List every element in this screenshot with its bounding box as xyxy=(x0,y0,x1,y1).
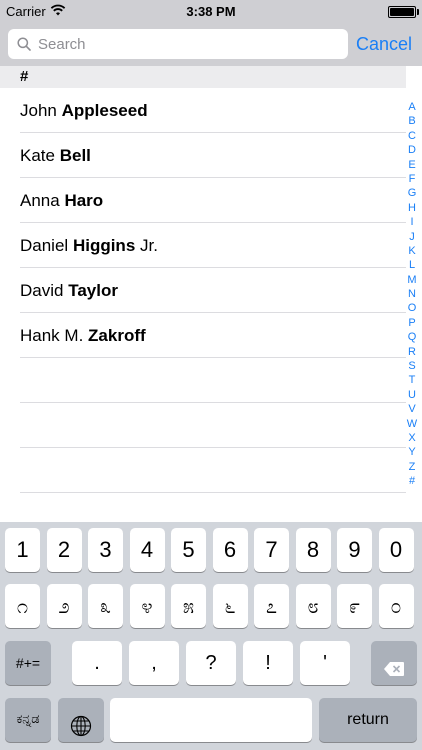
section-header: # xyxy=(0,66,406,88)
index-letter[interactable]: X xyxy=(408,431,415,445)
contact-first-name: David xyxy=(20,281,64,300)
key-kannada-4[interactable]: ೪ xyxy=(129,584,165,628)
index-letter[interactable]: N xyxy=(408,287,416,301)
contact-first-name: John xyxy=(20,101,57,120)
return-key[interactable]: return xyxy=(319,698,417,742)
contact-last-name: Appleseed xyxy=(61,101,148,120)
index-letter[interactable]: I xyxy=(410,215,413,229)
index-letter[interactable]: T xyxy=(409,373,416,387)
key-kannada-7[interactable]: ೭ xyxy=(254,584,289,628)
index-letter[interactable]: J xyxy=(409,230,415,244)
index-letter[interactable]: P xyxy=(408,316,415,330)
contact-row[interactable]: David Taylor xyxy=(0,268,406,313)
contact-last-name: Higgins xyxy=(72,236,136,255)
section-index[interactable]: A B C D E F G H I J K L M N O P Q R S T U V W X Y Z # xyxy=(404,100,420,489)
key-kannada-1[interactable]: ೧ xyxy=(5,584,40,628)
index-letter[interactable]: # xyxy=(409,474,415,488)
key-kannada-9[interactable]: ೯ xyxy=(337,584,372,628)
status-time: 3:38 PM xyxy=(186,4,236,19)
key-kannada-8[interactable]: ೮ xyxy=(295,584,331,628)
contact-row[interactable]: Kate Bell xyxy=(0,133,406,178)
key-4[interactable]: 4 xyxy=(129,528,165,572)
search-field[interactable] xyxy=(8,29,348,59)
key-kannada-5[interactable]: ೫ xyxy=(171,584,206,628)
status-bar: Carrier 3:38 PM xyxy=(0,0,422,24)
index-letter[interactable]: M xyxy=(407,273,416,287)
index-letter[interactable]: Z xyxy=(409,460,416,474)
index-letter[interactable]: S xyxy=(408,359,415,373)
key-6[interactable]: 6 xyxy=(212,528,248,572)
key-period[interactable]: . xyxy=(72,641,122,685)
index-letter[interactable]: E xyxy=(408,158,415,172)
language-key[interactable]: ಕನ್ನಡ xyxy=(5,698,51,742)
index-letter[interactable]: W xyxy=(407,417,417,431)
index-letter[interactable]: L xyxy=(409,258,415,272)
index-letter[interactable]: H xyxy=(408,201,416,215)
search-bar: Cancel xyxy=(0,24,422,66)
contact-first-name: Anna xyxy=(20,191,60,210)
contact-row[interactable]: Hank M. Zakroff xyxy=(0,313,406,358)
key-comma[interactable]: , xyxy=(129,641,179,685)
key-7[interactable]: 7 xyxy=(254,528,289,572)
key-kannada-0[interactable]: ೦ xyxy=(378,584,414,628)
key-kannada-2[interactable]: ೨ xyxy=(46,584,82,628)
cancel-button[interactable]: Cancel xyxy=(356,30,412,58)
index-letter[interactable]: A xyxy=(408,100,415,114)
contact-first-name: Daniel xyxy=(20,236,69,255)
backspace-key[interactable] xyxy=(371,641,417,685)
contact-list: John Appleseed Kate Bell Anna Haro Danie… xyxy=(0,88,406,493)
contact-suffix: Jr. xyxy=(135,236,158,255)
search-icon xyxy=(17,37,31,51)
index-letter[interactable]: Q xyxy=(408,330,417,344)
index-letter[interactable]: F xyxy=(409,172,416,186)
index-letter[interactable]: R xyxy=(408,345,416,359)
key-kannada-3[interactable]: ೩ xyxy=(88,584,123,628)
empty-row xyxy=(20,448,406,493)
contact-row[interactable]: Daniel Higgins Jr. xyxy=(0,223,406,268)
index-letter[interactable]: B xyxy=(408,114,415,128)
contact-row[interactable]: John Appleseed xyxy=(0,88,406,133)
contact-first-name: Kate xyxy=(20,146,55,165)
index-letter[interactable]: Y xyxy=(408,445,415,459)
index-letter[interactable]: U xyxy=(408,388,416,402)
key-8[interactable]: 8 xyxy=(295,528,331,572)
key-3[interactable]: 3 xyxy=(88,528,123,572)
key-question[interactable]: ? xyxy=(186,641,236,685)
battery-tip xyxy=(417,9,419,15)
globe-icon xyxy=(70,715,92,736)
contact-last-name: Haro xyxy=(64,191,104,210)
key-2[interactable]: 2 xyxy=(46,528,82,572)
index-letter[interactable]: D xyxy=(408,143,416,157)
key-9[interactable]: 9 xyxy=(337,528,372,572)
contact-first-name: Hank M. xyxy=(20,326,84,345)
key-apostrophe[interactable]: ' xyxy=(300,641,350,685)
contact-last-name: Bell xyxy=(59,146,91,165)
index-letter[interactable]: K xyxy=(408,244,415,258)
key-exclamation[interactable]: ! xyxy=(243,641,293,685)
search-input[interactable] xyxy=(38,29,338,59)
battery-icon xyxy=(388,6,416,18)
backspace-icon xyxy=(384,662,404,676)
globe-key[interactable] xyxy=(58,698,104,742)
space-key[interactable] xyxy=(110,698,312,742)
index-letter[interactable]: O xyxy=(408,301,417,315)
key-kannada-6[interactable]: ೬ xyxy=(212,584,248,628)
key-5[interactable]: 5 xyxy=(171,528,206,572)
key-1[interactable]: 1 xyxy=(5,528,40,572)
symbols-key[interactable]: #+= xyxy=(5,641,51,685)
empty-row xyxy=(20,358,406,403)
keyboard: 1 2 3 4 5 6 7 8 9 0 ೧ ೨ ೩ ೪ ೫ ೬ ೭ ೮ ೯ ೦ … xyxy=(0,522,422,750)
index-letter[interactable]: V xyxy=(408,402,415,416)
contact-last-name: Taylor xyxy=(68,281,118,300)
contact-last-name: Zakroff xyxy=(88,326,146,345)
key-0[interactable]: 0 xyxy=(378,528,414,572)
index-letter[interactable]: G xyxy=(408,186,417,200)
contact-row[interactable]: Anna Haro xyxy=(0,178,406,223)
empty-row xyxy=(20,403,406,448)
index-letter[interactable]: C xyxy=(408,129,416,143)
